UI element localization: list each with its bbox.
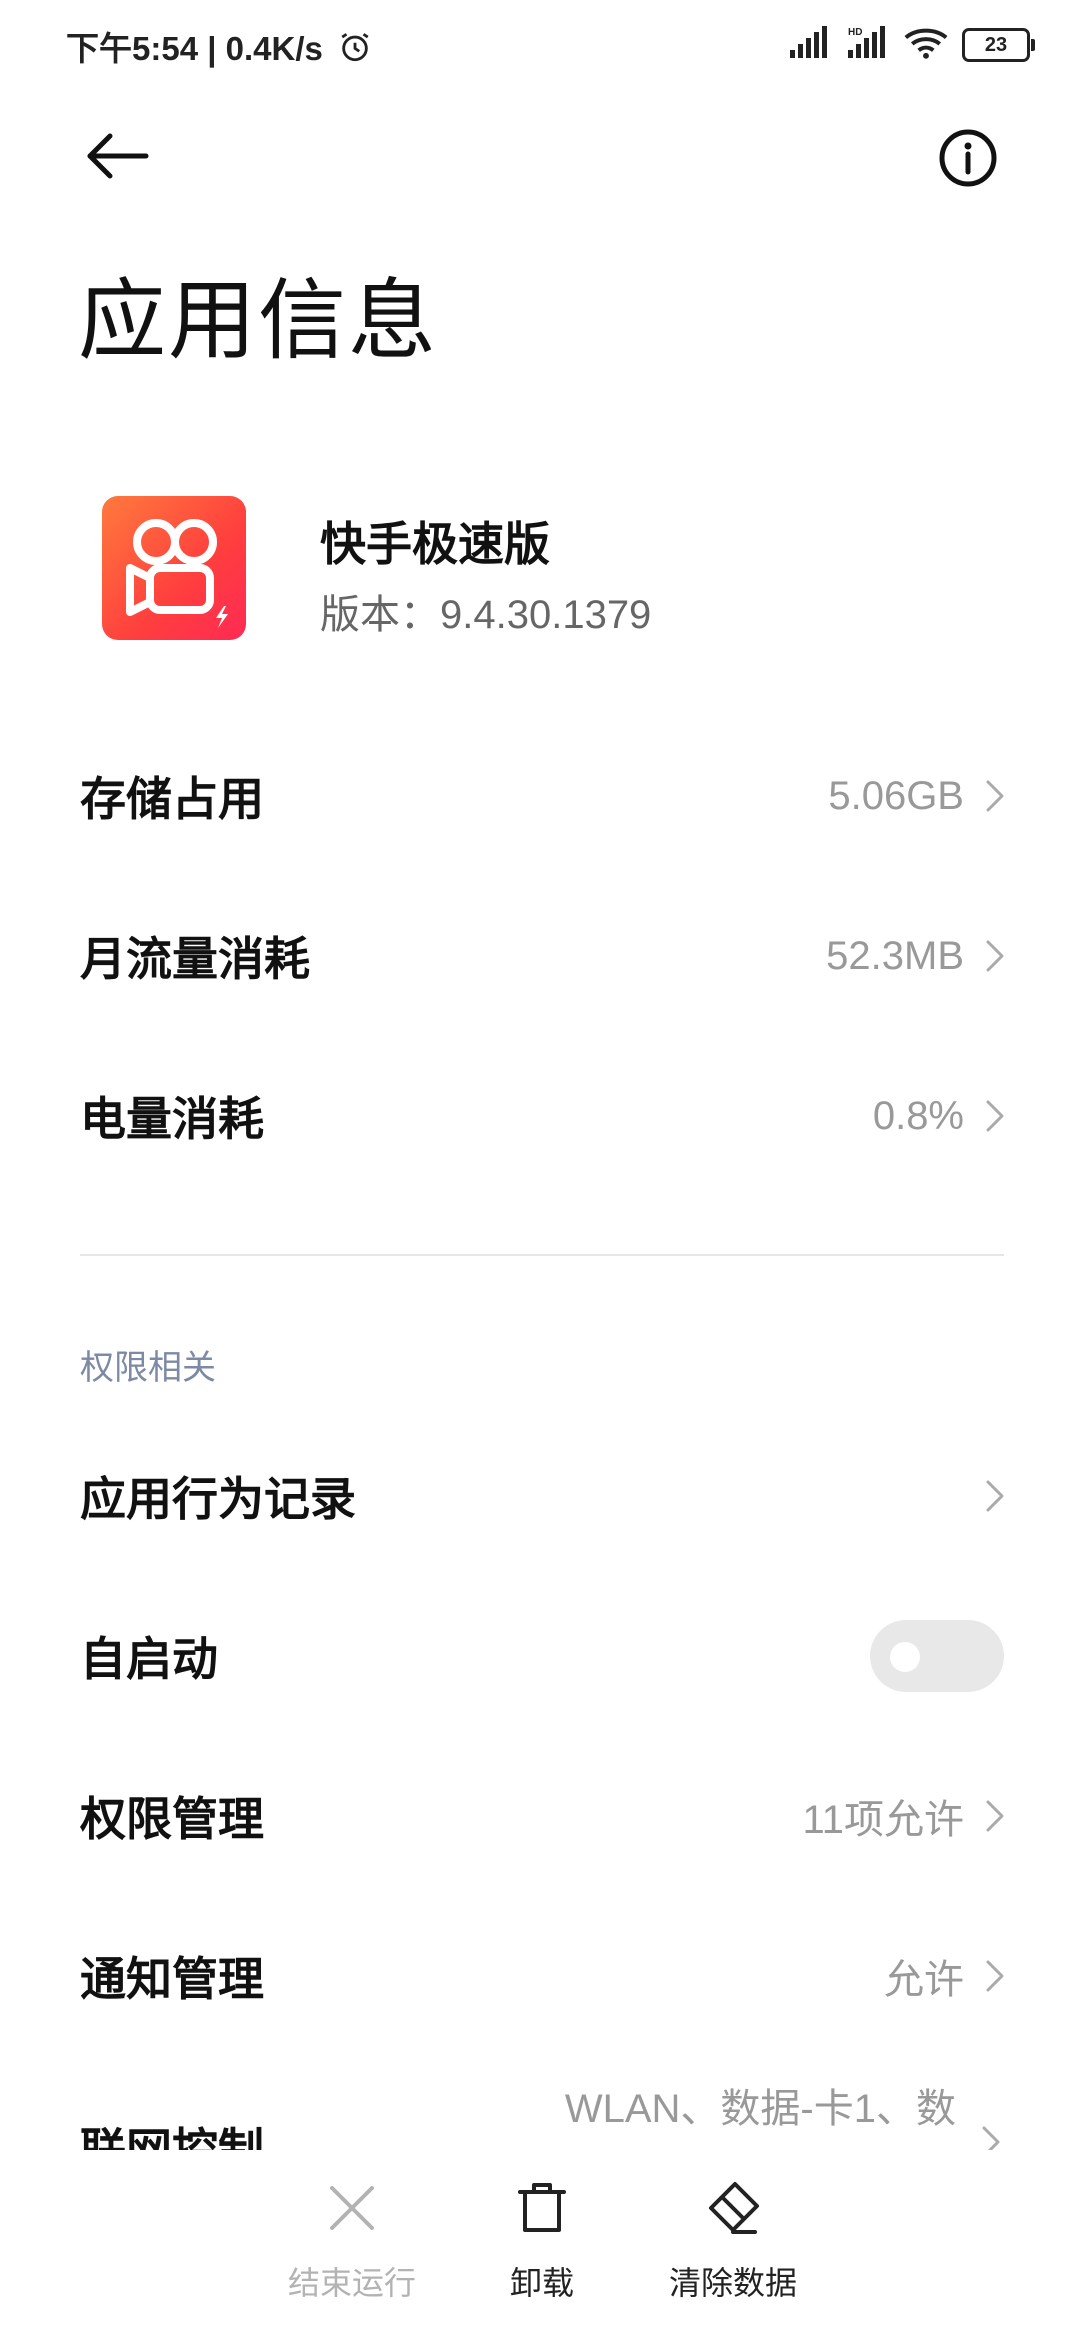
chevron-right-icon (986, 1800, 1004, 1832)
info-icon (939, 129, 997, 187)
chevron-right-icon (986, 940, 1004, 972)
data-usage-row[interactable]: 月流量消耗 52.3MB (80, 906, 1004, 1006)
battery-usage-row[interactable]: 电量消耗 0.8% (80, 1066, 1004, 1166)
chevron-right-icon (986, 780, 1004, 812)
network-control-row[interactable]: 联网控制 WLAN、数据-卡1、数 (80, 2070, 1004, 2150)
row-label: 通知管理 (80, 1953, 264, 2005)
clear-data-label: 清除数据 (668, 2265, 797, 2301)
row-value: 0.8% (872, 1093, 964, 1138)
battery-icon: 23 (962, 28, 1035, 62)
row-label: 电量消耗 (80, 1093, 264, 1145)
chevron-right-icon (986, 1960, 1004, 1992)
info-button[interactable] (930, 120, 1006, 196)
app-icon (102, 496, 246, 640)
status-time-text: 下午5:54 | 0.4K/s (66, 30, 323, 67)
alarm-icon (338, 30, 372, 72)
section-title-permissions: 权限相关 (80, 1349, 216, 1387)
row-label: 权限管理 (80, 1793, 264, 1845)
close-icon (330, 2186, 374, 2230)
force-stop-button[interactable]: 结束运行 (242, 2180, 462, 2304)
status-bar-time: 下午5:54 | 0.4K/s (66, 22, 372, 72)
uninstall-button[interactable]: 卸载 (432, 2180, 652, 2304)
row-label: 存储占用 (80, 773, 264, 825)
row-label: 月流量消耗 (80, 933, 310, 985)
kuaishou-logo-icon (126, 519, 228, 628)
permission-management-row[interactable]: 权限管理 11项允许 (80, 1766, 1004, 1866)
autostart-row: 自启动 (80, 1606, 1004, 1706)
autostart-toggle[interactable] (870, 1620, 1004, 1692)
back-button[interactable] (80, 120, 152, 192)
row-value: WLAN、数据-卡1、数 (564, 2087, 956, 2131)
eraser-icon (709, 2182, 759, 2234)
arrow-left-icon (87, 133, 149, 179)
toggle-knob (890, 1642, 920, 1672)
signal-icon (788, 25, 832, 65)
row-label: 自启动 (80, 1633, 218, 1685)
chevron-right-icon (986, 1480, 1004, 1512)
svg-text:HD: HD (848, 27, 862, 38)
page-title: 应用信息 (78, 271, 439, 370)
status-bar-indicators: HD 23 (788, 22, 1035, 68)
app-version: 版本：9.4.30.1379 (320, 593, 652, 637)
app-name: 快手极速版 (320, 518, 550, 570)
row-label: 联网控制 (80, 2124, 264, 2150)
row-label: 应用行为记录 (80, 1473, 356, 1525)
row-value: 5.06GB (828, 773, 964, 818)
battery-level: 23 (984, 33, 1008, 56)
row-value: 允许 (884, 1958, 964, 2002)
clear-data-button[interactable]: 清除数据 (623, 2180, 843, 2304)
trash-icon (518, 2183, 566, 2232)
force-stop-label: 结束运行 (287, 2265, 416, 2301)
app-behavior-record-row[interactable]: 应用行为记录 (80, 1446, 1004, 1546)
uninstall-label: 卸载 (509, 2265, 574, 2301)
bottom-action-bar: 结束运行 卸载 清除数据 (0, 2150, 1080, 2340)
row-value: 52.3MB (826, 933, 964, 978)
notification-management-row[interactable]: 通知管理 允许 (80, 1926, 1004, 2026)
signal-hd-icon: HD (846, 25, 890, 65)
chevron-right-icon (986, 1100, 1004, 1132)
storage-row[interactable]: 存储占用 5.06GB (80, 746, 1004, 846)
chevron-right-icon (982, 2126, 1000, 2150)
divider (80, 1254, 1004, 1256)
row-value: 11项允许 (802, 1798, 964, 1842)
wifi-icon (904, 26, 948, 65)
